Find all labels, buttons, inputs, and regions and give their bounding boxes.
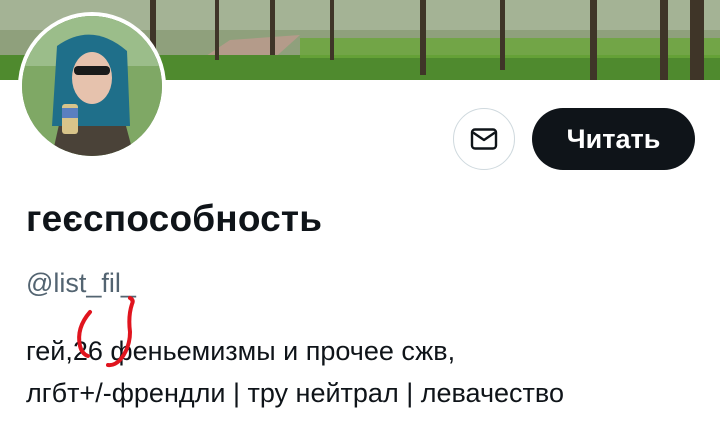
avatar-border [18, 12, 166, 160]
profile-bio: гей,26 феньемизмы и прочее сжв, лгбт+/-ф… [26, 330, 706, 414]
avatar-photo [22, 16, 162, 156]
user-handle: @list_fil_ [26, 268, 136, 298]
follow-button[interactable]: Читать [532, 108, 695, 170]
bio-text-rest: феньемизмы и прочее сжв, [110, 336, 456, 366]
avatar[interactable] [22, 16, 162, 156]
bio-line-2: лгбт+/-френдли | тру нейтрал | левачеств… [26, 378, 564, 408]
bio-line-1: гей,26 феньемизмы и прочее сжв, [26, 330, 706, 372]
message-button[interactable] [453, 108, 515, 170]
bio-text-start: гей, [26, 336, 73, 366]
display-name: геєспособность [26, 198, 323, 239]
envelope-icon [470, 128, 498, 150]
bio-age: 26 [72, 336, 103, 366]
